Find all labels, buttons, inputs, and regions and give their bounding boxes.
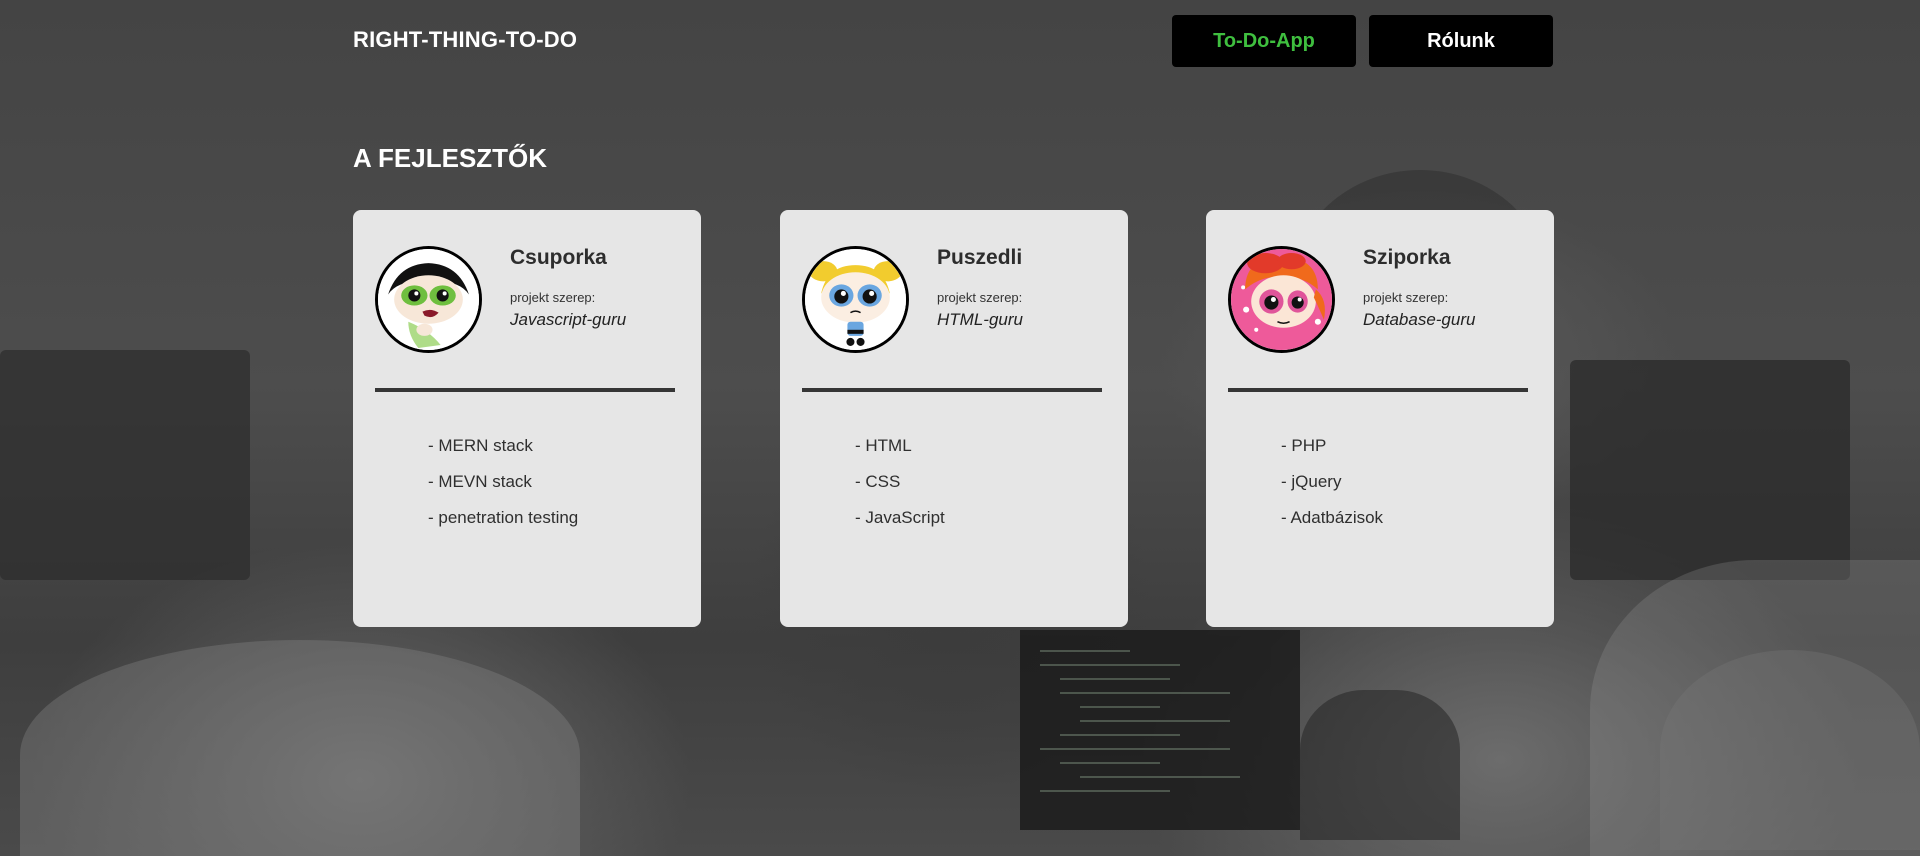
developer-name: Puszedli: [937, 246, 1023, 269]
role-label: projekt szerep:: [1363, 290, 1449, 305]
list-item: - CSS: [855, 472, 901, 491]
list-item: - Adatbázisok: [1281, 508, 1384, 527]
developer-name: Csuporka: [510, 246, 607, 269]
developer-role: Javascript-guru: [510, 310, 627, 329]
list-item: - HTML: [855, 436, 912, 455]
developer-card: Puszedli projekt szerep: HTML-guru - HTM…: [780, 210, 1128, 627]
role-label: projekt szerep:: [510, 290, 596, 305]
skills-list: - MERN stack - MEVN stack - penetration …: [428, 436, 578, 544]
list-item: - PHP: [1281, 436, 1327, 455]
skills-list: - HTML - CSS - JavaScript: [855, 436, 945, 544]
list-item: - MERN stack: [428, 436, 533, 455]
nav-todo-app-button[interactable]: To-Do-App: [1172, 15, 1356, 67]
card-divider: [802, 388, 1102, 392]
developer-card: Csuporka projekt szerep: Javascript-guru…: [353, 210, 701, 627]
brand-logo[interactable]: RIGHT-THING-TO-DO: [353, 27, 577, 53]
list-item: - MEVN stack: [428, 472, 532, 491]
bubbles-avatar-icon: [802, 246, 909, 353]
developer-role: HTML-guru: [937, 310, 1023, 329]
developer-name: Sziporka: [1363, 246, 1451, 269]
card-divider: [375, 388, 675, 392]
list-item: - penetration testing: [428, 508, 579, 527]
developer-card: Sziporka projekt szerep: Database-guru -…: [1206, 210, 1554, 627]
developer-role: Database-guru: [1363, 310, 1476, 329]
nav-about-us-button[interactable]: Rólunk: [1369, 15, 1553, 67]
list-item: - jQuery: [1281, 472, 1342, 491]
card-divider: [1228, 388, 1528, 392]
blossom-avatar-icon: [1228, 246, 1335, 353]
role-label: projekt szerep:: [937, 290, 1023, 305]
buttercup-avatar-icon: [375, 246, 482, 353]
skills-list: - PHP - jQuery - Adatbázisok: [1281, 436, 1383, 544]
list-item: - JavaScript: [855, 508, 945, 527]
section-title: A FEJLESZTŐK: [353, 143, 548, 173]
